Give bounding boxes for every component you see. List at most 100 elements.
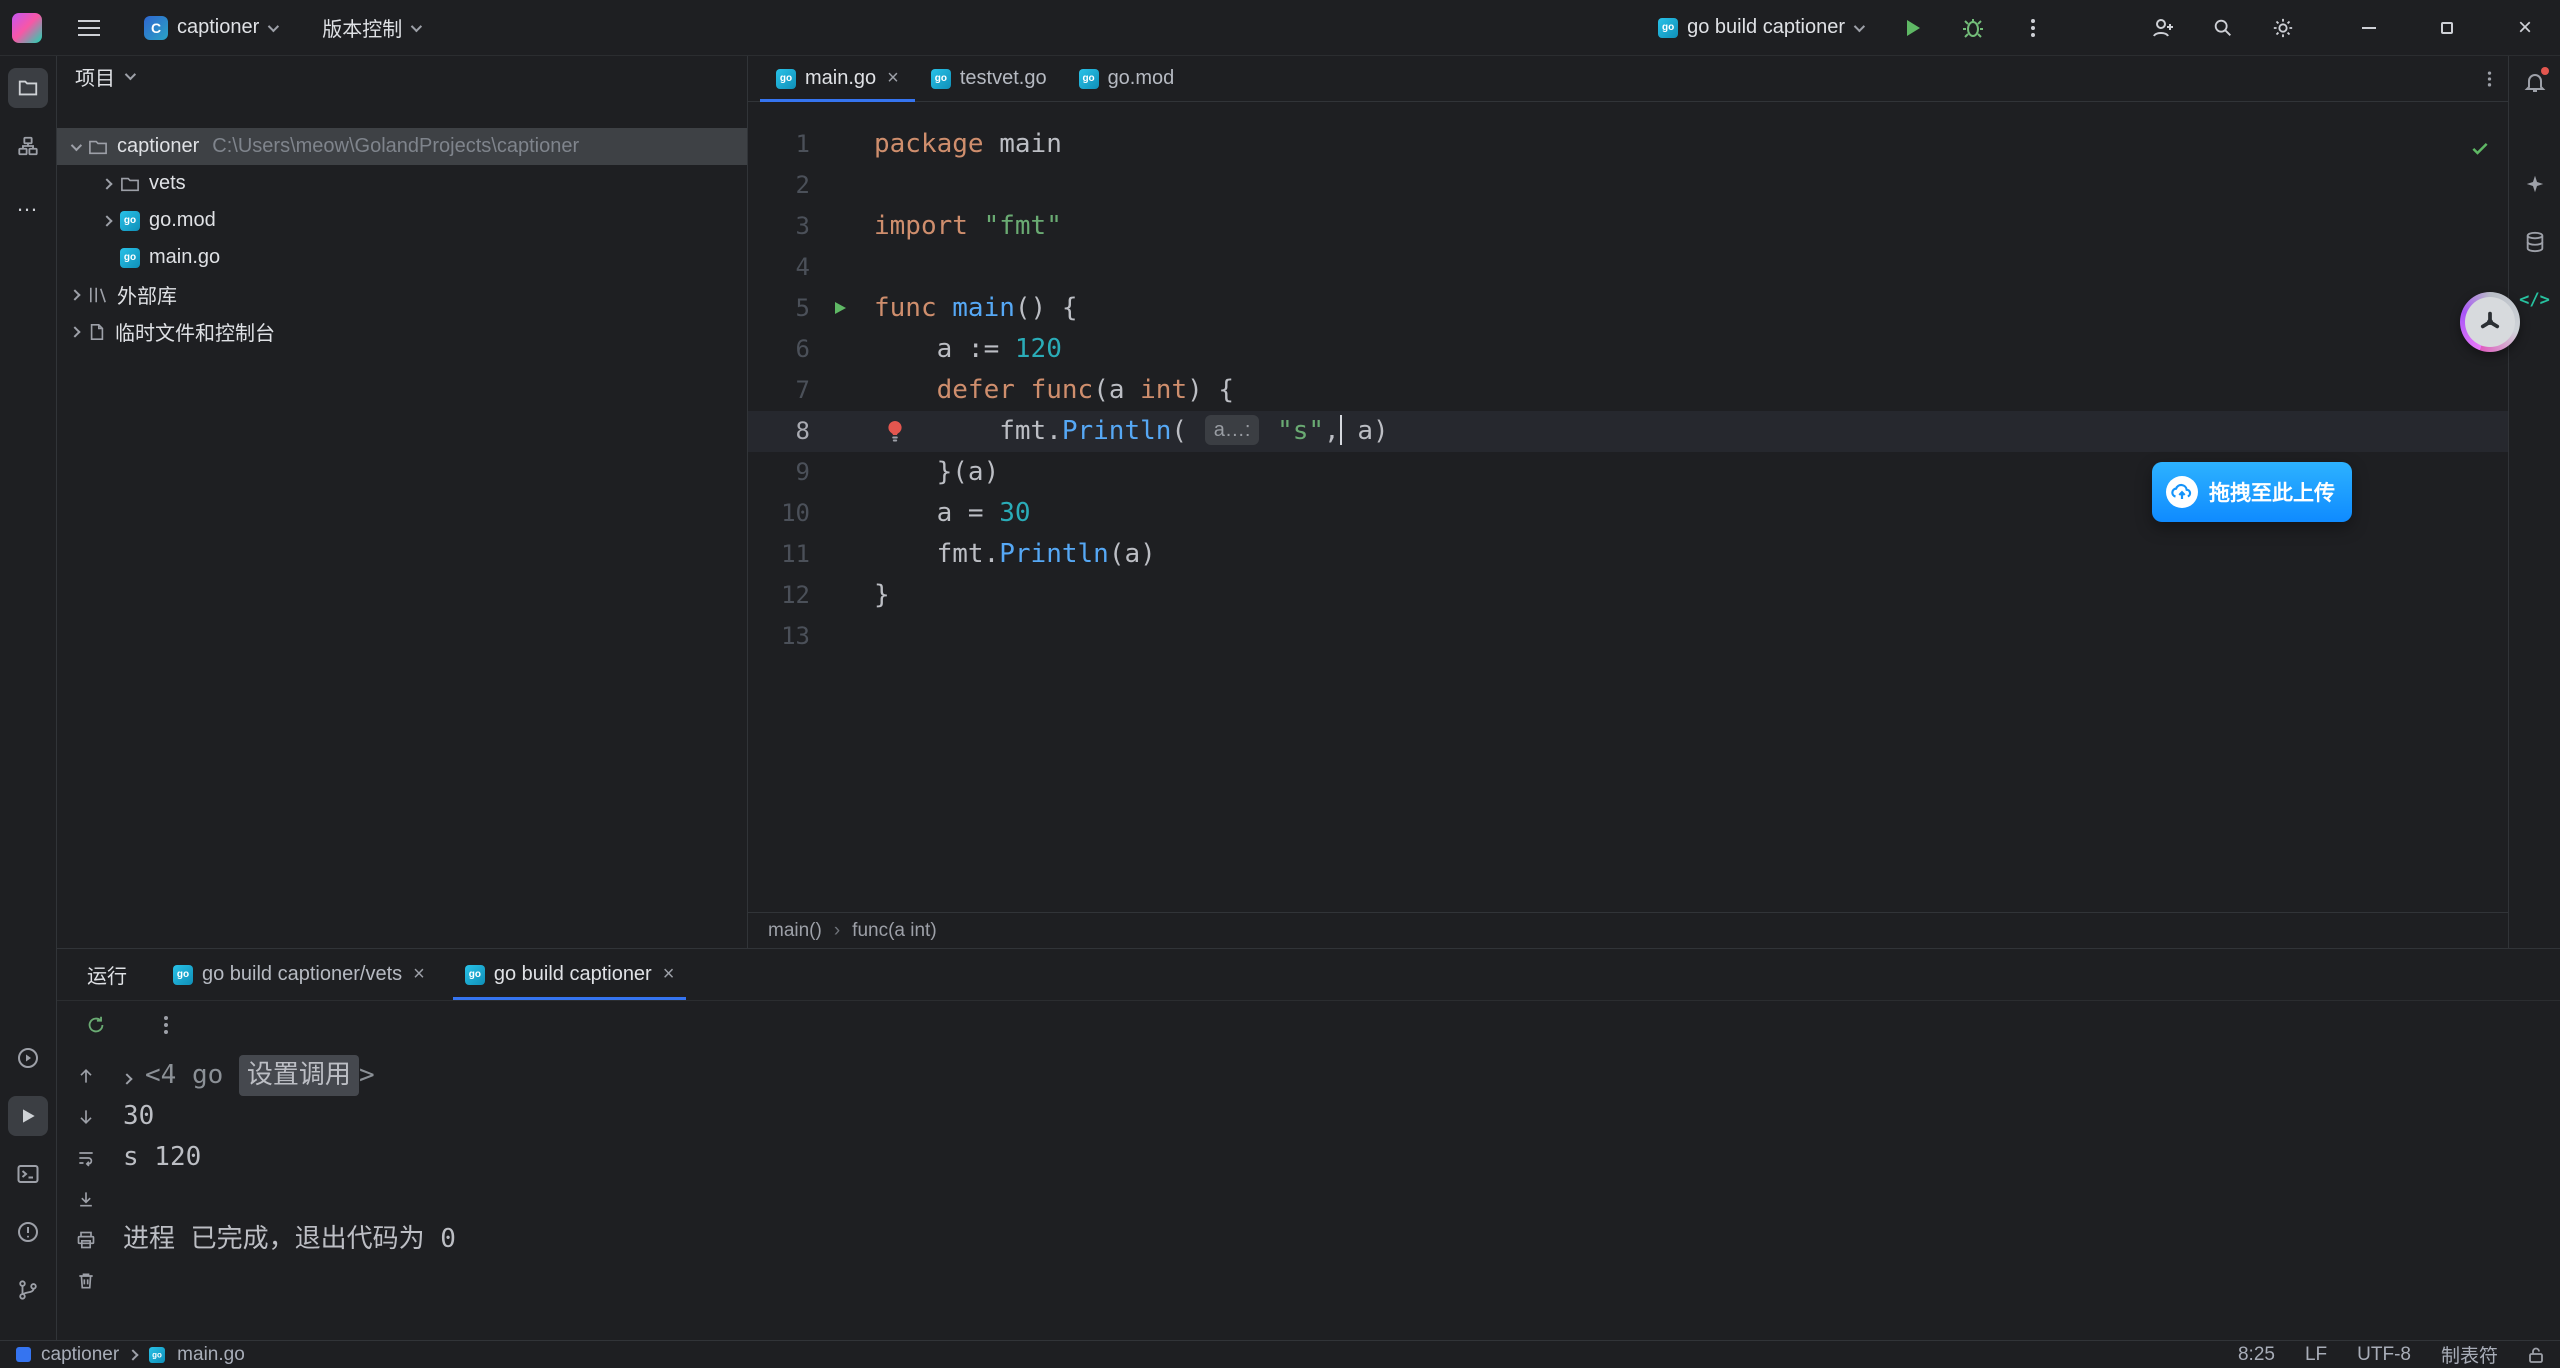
intention-bulb-icon[interactable] <box>886 419 904 443</box>
ai-assistant-button[interactable] <box>2515 164 2555 204</box>
run-config-widget[interactable]: go go build captioner <box>1650 10 1870 45</box>
chevron-down-icon <box>125 69 136 80</box>
minimize-button[interactable] <box>2352 11 2386 45</box>
scroll-to-end-button[interactable] <box>76 1178 96 1219</box>
tabs-more-button[interactable] <box>2471 68 2508 90</box>
readonly-lock-button[interactable] <box>2528 1346 2544 1364</box>
code-line-3[interactable]: 3import "fmt" <box>748 206 2508 247</box>
notifications-button[interactable] <box>2515 62 2555 102</box>
tree-item-vets[interactable]: vets <box>57 165 747 202</box>
git-branch-icon <box>17 1279 39 1301</box>
run-tab[interactable]: gogo build captioner/vets× <box>161 949 437 1000</box>
code-line-11[interactable]: 11 fmt.Println(a) <box>748 534 2508 575</box>
tree-item-[interactable]: 临时文件和控制台 <box>57 313 747 350</box>
tree-item-[interactable]: 外部库 <box>57 276 747 313</box>
code-line-5[interactable]: 5func main() { <box>748 288 2508 329</box>
expand-icon[interactable] <box>101 215 112 226</box>
code-line-12[interactable]: 12} <box>748 575 2508 616</box>
terminal-icon <box>16 1162 40 1186</box>
gear-icon <box>2272 17 2294 39</box>
tree-item-go.mod[interactable]: gogo.mod <box>57 202 747 239</box>
code-with-me-button[interactable] <box>2146 11 2180 45</box>
editor-breadcrumbs: main()›func(a int) <box>748 912 2508 948</box>
breadcrumb[interactable]: main() <box>768 920 822 942</box>
tree-item-main.go[interactable]: gomain.go <box>57 239 747 276</box>
clear-console-button[interactable] <box>76 1260 96 1301</box>
code-line-8[interactable]: 8 fmt.Println( a…: "s", a) <box>748 411 2508 452</box>
problems-tool-button[interactable] <box>8 1212 48 1252</box>
go-file-icon: go <box>776 69 796 89</box>
inspections-ok-widget[interactable] <box>2470 138 2490 158</box>
console-gutter <box>57 1049 115 1340</box>
search-everywhere-button[interactable] <box>2206 11 2240 45</box>
next-occurrence-button[interactable] <box>76 1096 96 1137</box>
endpoints-tool-button[interactable]: </> <box>2515 280 2555 320</box>
vcs-widget-label: 版本控制 <box>322 13 402 42</box>
project-widget-label: captioner <box>177 16 259 39</box>
run-tool-button[interactable] <box>8 1096 48 1136</box>
drag-upload-button[interactable]: 拖拽至此上传 <box>2152 462 2352 522</box>
run-gutter-icon[interactable] <box>832 300 848 316</box>
print-button[interactable] <box>76 1219 96 1260</box>
database-tool-button[interactable] <box>2515 222 2555 262</box>
project-panel-header[interactable]: 项目 <box>57 56 747 96</box>
expand-icon[interactable] <box>71 139 82 150</box>
expand-command-icon[interactable] <box>123 1055 131 1096</box>
editor-tab-testvet.go[interactable]: gotestvet.go <box>915 56 1063 101</box>
expand-icon[interactable] <box>69 289 80 300</box>
code-line-4[interactable]: 4 <box>748 247 2508 288</box>
close-tab-icon[interactable]: × <box>887 67 899 90</box>
close-tab-icon[interactable]: × <box>663 963 675 986</box>
debug-button[interactable] <box>1956 11 1990 45</box>
terminal-tool-button[interactable] <box>8 1154 48 1194</box>
status-project[interactable]: captioner <box>41 1344 119 1366</box>
code-line-2[interactable]: 2 <box>748 165 2508 206</box>
code-line-7[interactable]: 7 defer func(a int) { <box>748 370 2508 411</box>
project-tool-button[interactable] <box>8 68 48 108</box>
structure-tool-button[interactable] <box>8 126 48 166</box>
breadcrumb[interactable]: func(a int) <box>852 920 936 942</box>
code-line-13[interactable]: 13 <box>748 616 2508 657</box>
encoding-widget[interactable]: UTF-8 <box>2357 1344 2411 1366</box>
version-control-tool-button[interactable] <box>8 1270 48 1310</box>
expand-icon[interactable] <box>69 326 80 337</box>
run-button[interactable] <box>1896 11 1930 45</box>
project-widget[interactable]: C captioner <box>136 10 284 46</box>
expand-icon[interactable] <box>101 178 112 189</box>
prev-occurrence-button[interactable] <box>76 1055 96 1096</box>
indent-widget[interactable]: 制表符 <box>2441 1341 2498 1368</box>
run-toolbar <box>57 1001 2560 1049</box>
tree-item-label: main.go <box>149 246 220 269</box>
editor-tab-main.go[interactable]: gomain.go× <box>760 56 915 101</box>
assistant-logo-icon <box>2465 297 2515 347</box>
editor-tab-go.mod[interactable]: gogo.mod <box>1063 56 1191 101</box>
floating-assistant-ball[interactable] <box>2460 292 2520 352</box>
status-file[interactable]: main.go <box>177 1344 245 1366</box>
right-tool-stripe: </> <box>2508 56 2560 948</box>
code-line-1[interactable]: 1package main <box>748 124 2508 165</box>
caret-position-widget[interactable]: 8:25 <box>2238 1344 2275 1366</box>
services-tool-button[interactable] <box>8 1038 48 1078</box>
more-tool-windows-button[interactable]: … <box>8 184 48 224</box>
maximize-button[interactable] <box>2430 11 2464 45</box>
main-menu-button[interactable] <box>72 11 106 45</box>
vcs-widget[interactable]: 版本控制 <box>314 7 427 48</box>
close-button[interactable]: × <box>2508 11 2542 45</box>
more-run-actions-button[interactable] <box>2016 11 2050 45</box>
close-tab-icon[interactable]: × <box>413 963 425 986</box>
console-line: 30 <box>123 1096 2560 1137</box>
line-separator-widget[interactable]: LF <box>2305 1344 2327 1366</box>
run-tab[interactable]: gogo build captioner× <box>453 949 687 1000</box>
console-more-button[interactable] <box>163 1013 169 1037</box>
editor-tabs: gomain.go×gotestvet.gogogo.mod <box>748 56 2508 102</box>
soft-wrap-button[interactable] <box>76 1137 96 1178</box>
rerun-button[interactable] <box>85 1014 107 1036</box>
folder-icon <box>17 77 39 99</box>
tree-item-captioner[interactable]: captionerC:\Users\meow\GolandProjects\ca… <box>57 128 747 165</box>
settings-button[interactable] <box>2266 11 2300 45</box>
run-tab-label: go build captioner/vets <box>202 963 402 986</box>
titlebar: C captioner 版本控制 go go build captioner <box>0 0 2560 56</box>
tree-item-path: C:\Users\meow\GolandProjects\captioner <box>212 135 579 158</box>
goland-logo <box>12 13 42 43</box>
code-line-6[interactable]: 6 a := 120 <box>748 329 2508 370</box>
